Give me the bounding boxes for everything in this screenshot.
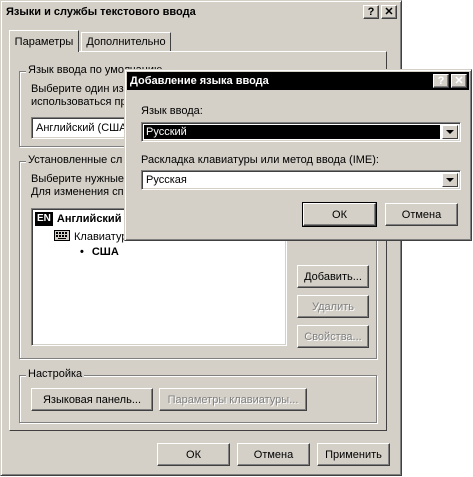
- installed-services-group-label: Установленные сл: [26, 154, 125, 166]
- tab-parameters-label: Параметры: [14, 35, 74, 48]
- tab-advanced[interactable]: Дополнительно: [81, 32, 171, 51]
- chevron-down-icon: [446, 130, 454, 134]
- tree-item-english-label: Английский: [56, 213, 122, 225]
- tree-item-keyboard[interactable]: Клавиатур: [54, 230, 127, 244]
- default-language-text-1: Выберите один из: [31, 83, 124, 95]
- settings-group-label: Настройка: [26, 368, 85, 380]
- default-language-text-2: использоваться пр: [31, 96, 127, 108]
- main-title-bar[interactable]: Языки и службы текстового ввода ? ✕: [3, 3, 399, 21]
- dialog-ok-button[interactable]: ОК: [302, 202, 377, 227]
- main-window-title: Языки и службы текстового ввода: [6, 6, 196, 18]
- add-button[interactable]: Добавить...: [297, 265, 369, 288]
- tree-item-usa[interactable]: • США: [80, 246, 119, 258]
- layout-dropdown-arrow[interactable]: [442, 173, 458, 187]
- ok-button[interactable]: ОК: [157, 443, 230, 466]
- dialog-cancel-button[interactable]: Отмена: [385, 203, 458, 226]
- layout-combo[interactable]: Русская: [141, 170, 461, 190]
- help-button[interactable]: ?: [363, 5, 379, 19]
- tree-item-english[interactable]: EN Английский: [35, 212, 121, 226]
- dialog-close-button[interactable]: ✕: [451, 74, 467, 88]
- tab-advanced-label: Дополнительно: [86, 36, 166, 48]
- bullet-icon: •: [80, 246, 84, 258]
- dialog-title: Добавление языка ввода: [130, 75, 269, 87]
- layout-label: Раскладка клавиатуры или метод ввода (IM…: [141, 154, 379, 166]
- default-language-value: Английский (США: [36, 122, 127, 134]
- layout-value: Русская: [146, 174, 187, 186]
- dialog-title-bar[interactable]: Добавление языка ввода ? ✕: [127, 72, 469, 90]
- properties-button[interactable]: Свойства...: [297, 325, 369, 348]
- close-button[interactable]: ✕: [381, 5, 397, 19]
- installed-text-2: Для изменения сп: [31, 186, 124, 198]
- dialog-help-button[interactable]: ?: [433, 74, 449, 88]
- chevron-down-icon: [446, 178, 454, 182]
- delete-button[interactable]: Удалить: [297, 295, 369, 318]
- language-bar-button[interactable]: Языковая панель...: [31, 388, 153, 411]
- cancel-button[interactable]: Отмена: [237, 443, 310, 466]
- installed-text-1: Выберите нужные: [31, 173, 125, 185]
- tree-item-usa-label: США: [91, 246, 119, 258]
- apply-button[interactable]: Применить: [317, 443, 390, 466]
- keyboard-icon: [54, 230, 70, 244]
- key-settings-button[interactable]: Параметры клавиатуры...: [159, 388, 307, 411]
- tree-item-keyboard-label: Клавиатур: [74, 231, 128, 243]
- input-language-label: Язык ввода:: [141, 105, 203, 117]
- tab-parameters[interactable]: Параметры: [9, 30, 79, 52]
- input-language-value: Русский: [144, 125, 440, 139]
- language-badge-icon: EN: [35, 212, 53, 226]
- add-language-dialog: Добавление языка ввода ? ✕ Язык ввода: Р…: [124, 69, 472, 241]
- input-language-combo[interactable]: Русский: [141, 122, 461, 142]
- input-language-dropdown-arrow[interactable]: [442, 125, 458, 139]
